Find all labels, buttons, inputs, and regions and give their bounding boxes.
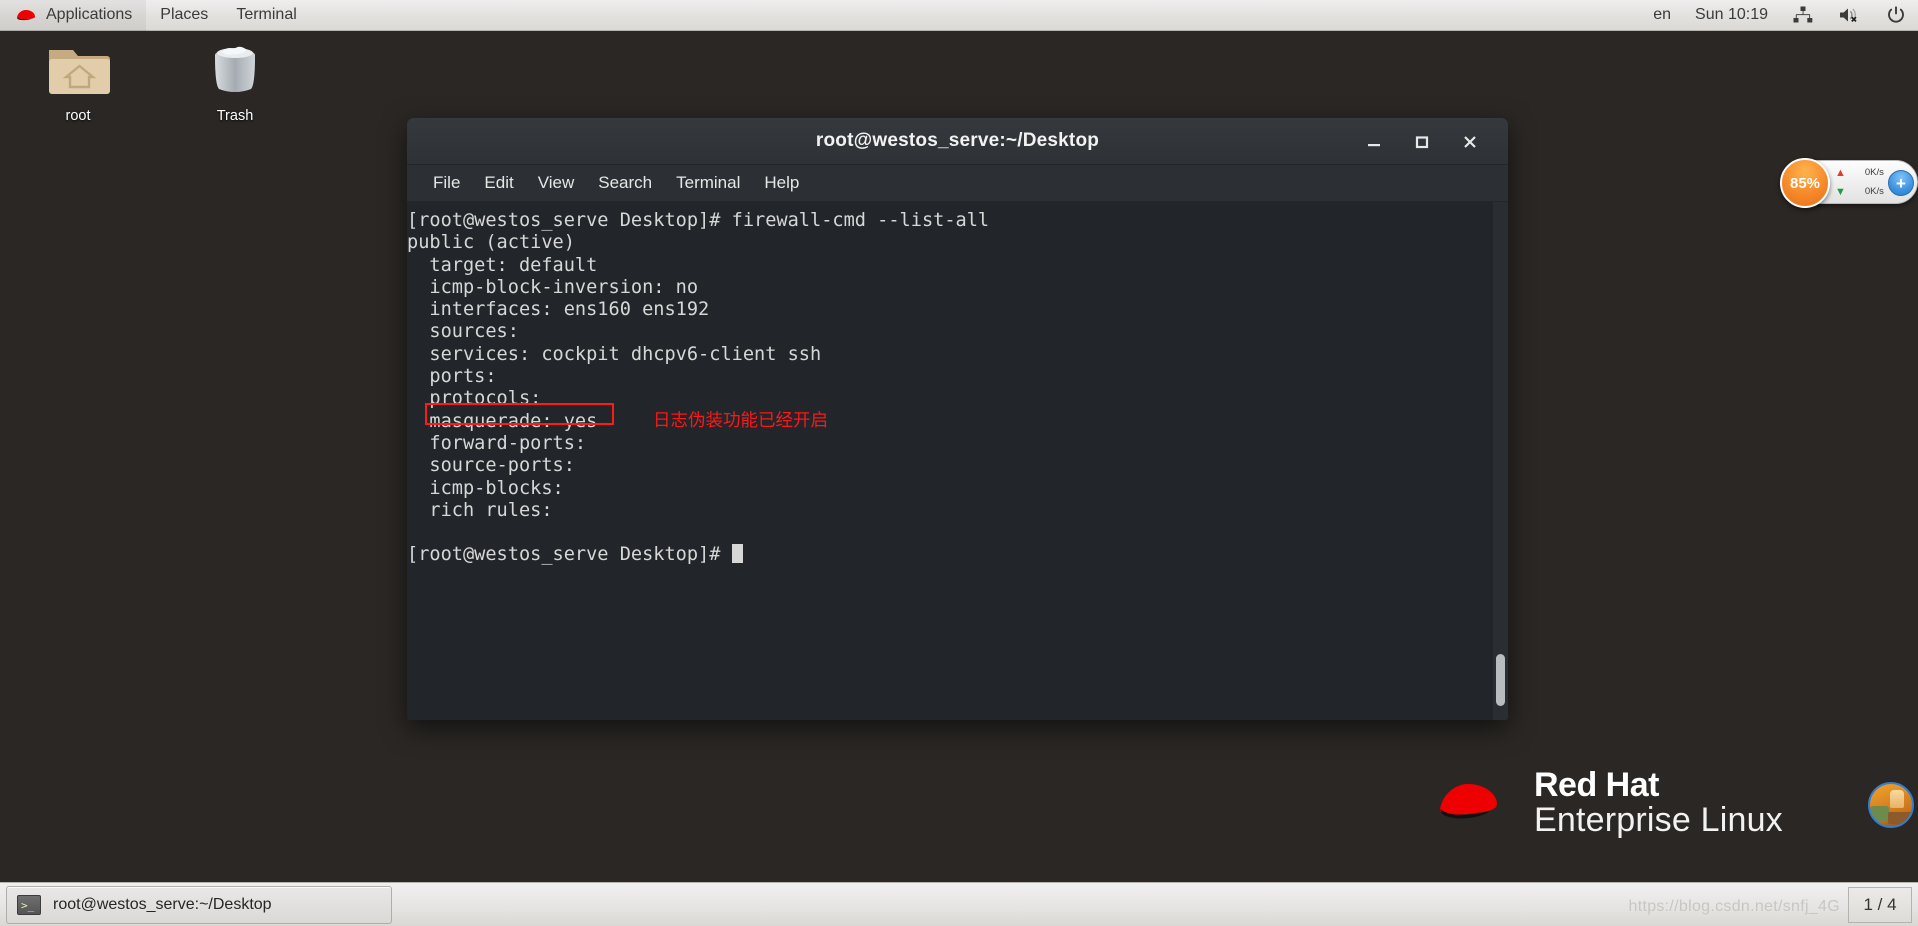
terminal-menu-label: Terminal <box>236 6 297 23</box>
terminal-menu-terminal[interactable]: Terminal <box>664 171 752 195</box>
redhat-fedora-logo-icon <box>1434 773 1512 834</box>
desktop-icon-root[interactable]: root <box>26 42 130 124</box>
terminal-scrollbar[interactable] <box>1493 202 1508 720</box>
netspeed-widget[interactable]: 85% ▲ 0K/s ▼ 0K/s + <box>1780 158 1918 208</box>
terminal-menubar: File Edit View Search Terminal Help <box>407 165 1508 202</box>
places-menu-label: Places <box>160 6 209 23</box>
power-icon[interactable] <box>1874 0 1918 31</box>
terminal-scrollbar-thumb[interactable] <box>1496 654 1505 706</box>
keyboard-layout-label: en <box>1653 6 1672 23</box>
terminal-prompt: [root@westos_serve Desktop]# <box>407 544 732 566</box>
netspeed-rows: ▲ 0K/s ▼ 0K/s <box>1835 164 1884 200</box>
bottom-panel: root@westos_serve:~/Desktop https://blog… <box>0 882 1918 926</box>
netspeed-percent-badge[interactable]: 85% <box>1780 158 1830 208</box>
desktop-icon-root-label: root <box>65 108 91 124</box>
netspeed-download-label: 0K/s <box>1864 186 1884 197</box>
taskbar-window-button[interactable]: root@westos_serve:~/Desktop <box>6 885 392 924</box>
terminal-menu-help[interactable]: Help <box>752 171 811 195</box>
netspeed-upload-label: 0K/s <box>1864 167 1884 178</box>
maximize-icon[interactable] <box>1398 118 1446 165</box>
netspeed-download-row: ▼ 0K/s <box>1835 183 1884 200</box>
terminal-body[interactable]: [root@westos_serve Desktop]# firewall-cm… <box>407 202 1508 720</box>
netspeed-add-label: + <box>1896 173 1906 193</box>
terminal-title: root@westos_serve:~/Desktop <box>815 130 1100 151</box>
terminal-window: root@westos_serve:~/Desktop File Edit Vi… <box>407 118 1508 720</box>
netspeed-upload-row: ▲ 0K/s <box>1835 164 1884 181</box>
home-folder-icon <box>43 42 113 104</box>
netspeed-add-button[interactable]: + <box>1888 170 1914 196</box>
network-wired-icon[interactable] <box>1780 0 1826 31</box>
terminal-cursor <box>731 544 743 564</box>
arrow-up-icon: ▲ <box>1835 166 1846 179</box>
applications-menu[interactable]: Applications <box>0 0 147 31</box>
photo-thumbnail-icon[interactable] <box>1868 782 1914 828</box>
terminal-menu-search[interactable]: Search <box>586 171 664 195</box>
desktop-screen: Applications Places Terminal en Sun 10:1… <box>0 0 1918 926</box>
netspeed-percent-label: 85% <box>1789 174 1821 192</box>
terminal-menu-file[interactable]: File <box>421 171 472 195</box>
terminal-icon <box>17 894 41 915</box>
arrow-down-icon: ▼ <box>1835 185 1846 198</box>
places-menu[interactable]: Places <box>146 0 222 31</box>
redhat-branding: Red Hat Enterprise Linux <box>1434 766 1783 840</box>
workspace-indicator-label: 1 / 4 <box>1863 894 1897 914</box>
terminal-menu[interactable]: Terminal <box>222 0 310 31</box>
terminal-titlebar[interactable]: root@westos_serve:~/Desktop <box>407 118 1508 165</box>
clock[interactable]: Sun 10:19 <box>1683 0 1780 31</box>
minimize-icon[interactable] <box>1350 118 1398 165</box>
terminal-menu-view[interactable]: View <box>526 171 587 195</box>
redhat-brand-line1: Red Hat <box>1534 766 1659 804</box>
terminal-menu-edit[interactable]: Edit <box>472 171 525 195</box>
desktop-icon-trash-label: Trash <box>216 108 254 124</box>
taskbar-window-label: root@westos_serve:~/Desktop <box>53 895 272 913</box>
top-panel: Applications Places Terminal en Sun 10:1… <box>0 0 1918 31</box>
redhat-fedora-icon <box>14 7 38 23</box>
trash-icon <box>204 38 266 104</box>
terminal-output-text: [root@westos_serve Desktop]# firewall-cm… <box>407 210 990 521</box>
annotation-text: 日志伪装功能已经开启 <box>653 411 828 431</box>
watermark: https://blog.csdn.net/snfj_4G <box>1628 898 1840 915</box>
volume-muted-icon[interactable] <box>1826 0 1874 31</box>
terminal-output: [root@westos_serve Desktop]# firewall-cm… <box>407 210 999 567</box>
clock-label: Sun 10:19 <box>1695 6 1768 23</box>
applications-menu-label: Applications <box>46 6 133 23</box>
close-icon[interactable] <box>1446 118 1494 165</box>
desktop-icon-trash[interactable]: Trash <box>183 38 287 124</box>
keyboard-layout-indicator[interactable]: en <box>1641 0 1683 31</box>
window-controls <box>1350 118 1494 165</box>
redhat-brand-line2: Enterprise Linux <box>1534 801 1783 840</box>
workspace-switcher[interactable]: 1 / 4 <box>1848 886 1912 923</box>
